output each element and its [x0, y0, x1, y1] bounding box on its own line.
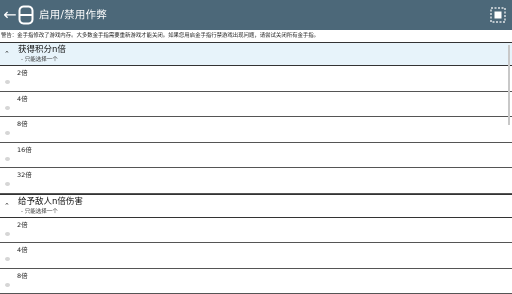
- cheat-option[interactable]: 2倍: [0, 66, 512, 92]
- scrollbar[interactable]: [508, 45, 510, 125]
- option-label: 4倍: [17, 245, 28, 255]
- radio-button[interactable]: [5, 257, 10, 261]
- option-label: 8倍: [17, 271, 28, 281]
- cheat-list: ⌃ 获得积分n倍 - 只能选择一个 2倍 4倍 8倍 16倍 32倍 ⌃ 给予敌…: [0, 42, 512, 294]
- chevron-up-icon: ⌃: [4, 49, 10, 59]
- option-label: 4倍: [17, 94, 28, 104]
- radio-button[interactable]: [5, 106, 10, 110]
- group-header[interactable]: ⌃ 获得积分n倍 - 只能选择一个: [0, 42, 512, 66]
- cheat-option[interactable]: 16倍: [0, 143, 512, 169]
- radio-button[interactable]: [5, 283, 10, 287]
- back-arrow-icon[interactable]: ←: [2, 5, 18, 25]
- group-header[interactable]: ⌃ 给予敌人n倍伤害 - 只能选择一个: [0, 194, 512, 218]
- radio-button[interactable]: [5, 232, 10, 236]
- app-logo-icon: [18, 5, 34, 25]
- cheat-option[interactable]: 8倍: [0, 269, 512, 294]
- select-all-icon[interactable]: [490, 7, 506, 23]
- option-label: 2倍: [17, 220, 28, 230]
- cheat-option[interactable]: 2倍: [0, 218, 512, 244]
- app-bar: ← 启用/禁用作弊: [0, 0, 512, 30]
- radio-button[interactable]: [5, 131, 10, 135]
- radio-button[interactable]: [5, 182, 10, 186]
- chevron-up-icon: ⌃: [4, 201, 10, 211]
- group-subtitle: - 只能选择一个: [21, 208, 58, 216]
- group-title: 给予敌人n倍伤害: [18, 197, 83, 208]
- radio-button[interactable]: [5, 157, 10, 161]
- radio-button[interactable]: [5, 80, 10, 84]
- option-label: 8倍: [17, 119, 28, 129]
- page-title: 启用/禁用作弊: [39, 8, 107, 22]
- cheat-option[interactable]: 4倍: [0, 243, 512, 269]
- group-title: 获得积分n倍: [18, 45, 66, 56]
- option-label: 2倍: [17, 68, 28, 78]
- cheat-option[interactable]: 32倍: [0, 168, 512, 194]
- cheat-option[interactable]: 8倍: [0, 117, 512, 143]
- group-subtitle: - 只能选择一个: [21, 56, 58, 64]
- cheat-option[interactable]: 4倍: [0, 92, 512, 118]
- option-label: 32倍: [17, 170, 32, 180]
- option-label: 16倍: [17, 145, 32, 155]
- warning-text: 警告：金手指修改了游戏内存。大多数金手指需要重新游戏才能关闭。如果您用启金手指行…: [1, 31, 509, 42]
